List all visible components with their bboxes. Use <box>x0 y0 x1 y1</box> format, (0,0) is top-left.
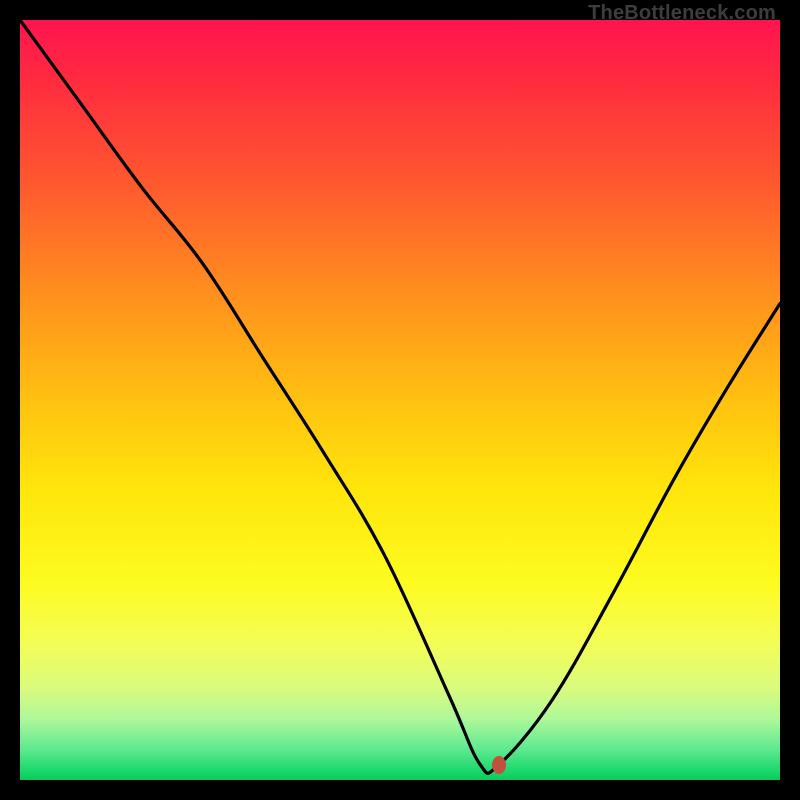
optimal-point-marker <box>492 756 506 774</box>
chart-frame <box>20 20 780 780</box>
bottleneck-curve <box>20 20 780 780</box>
watermark-text: TheBottleneck.com <box>588 2 776 25</box>
